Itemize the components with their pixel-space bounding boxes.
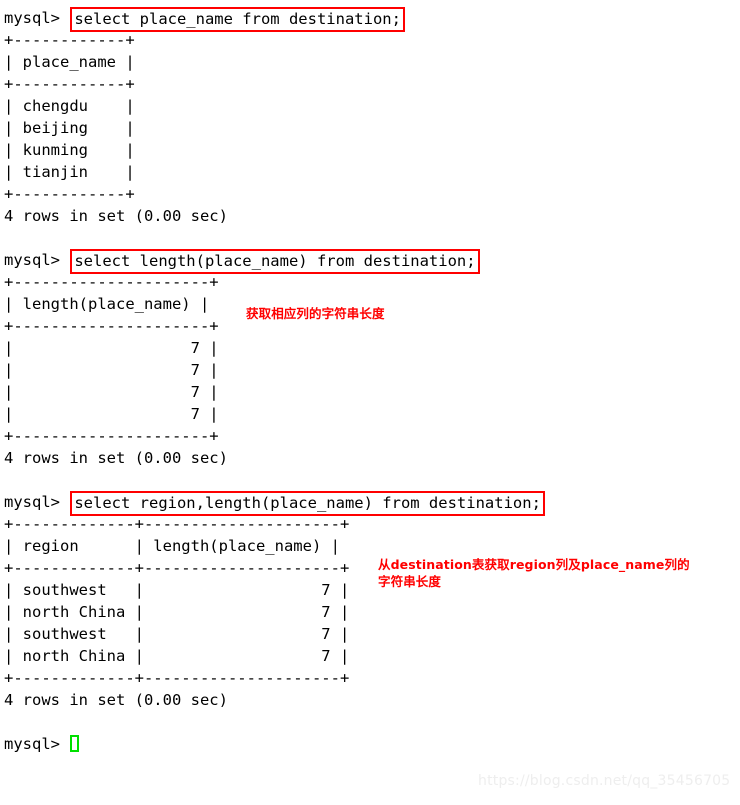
table-border-bottom-1: +------------+ — [4, 185, 135, 203]
table-border-bottom-2: +---------------------+ — [4, 427, 219, 445]
command-line-2: mysql> select length(place_name) from de… — [4, 249, 740, 274]
text-cursor — [70, 735, 80, 752]
mysql-prompt-3: mysql> — [4, 493, 70, 511]
annotation-length-function: 获取相应列的字符串长度 — [246, 306, 385, 321]
table-header-3: | region | length(place_name) | — [4, 537, 340, 555]
table-border-mid-1: +------------+ — [4, 75, 135, 93]
command-line-1: mysql> select place_name from destinatio… — [4, 7, 740, 32]
table-border-bottom-3: +-------------+---------------------+ — [4, 669, 350, 687]
table-row: | southwest | 7 | — [4, 625, 350, 643]
annotation-region-length: 从destination表获取region列及place_name列的 字符串长… — [378, 557, 690, 589]
status-line-2: 4 rows in set (0.00 sec) — [4, 449, 228, 467]
table-border-top-2: +---------------------+ — [4, 273, 219, 291]
table-row: | 7 | — [4, 339, 219, 357]
table-row: | tianjin | — [4, 163, 135, 181]
table-row: | 7 | — [4, 405, 219, 423]
table-row: | beijing | — [4, 119, 135, 137]
mysql-prompt-1: mysql> — [4, 9, 70, 27]
table-row: | kunming | — [4, 141, 135, 159]
table-header-1: | place_name | — [4, 53, 135, 71]
mysql-prompt-final: mysql> — [4, 735, 70, 753]
table-border-top-1: +------------+ — [4, 31, 135, 49]
status-line-1: 4 rows in set (0.00 sec) — [4, 207, 228, 225]
table-row: | 7 | — [4, 361, 219, 379]
table-border-top-3: +-------------+---------------------+ — [4, 515, 350, 533]
mysql-prompt-2: mysql> — [4, 251, 70, 269]
mysql-terminal[interactable]: mysql> select place_name from destinatio… — [0, 0, 740, 805]
status-line-3: 4 rows in set (0.00 sec) — [4, 691, 228, 709]
command-line-3: mysql> select region,length(place_name) … — [4, 491, 740, 516]
final-command-line[interactable]: mysql> — [4, 733, 740, 755]
table-row: | north China | 7 | — [4, 647, 350, 665]
table-row: | north China | 7 | — [4, 603, 350, 621]
table-row: | 7 | — [4, 383, 219, 401]
blog-watermark: https://blog.csdn.net/qq_35456705 — [478, 773, 731, 789]
table-row: | chengdu | — [4, 97, 135, 115]
